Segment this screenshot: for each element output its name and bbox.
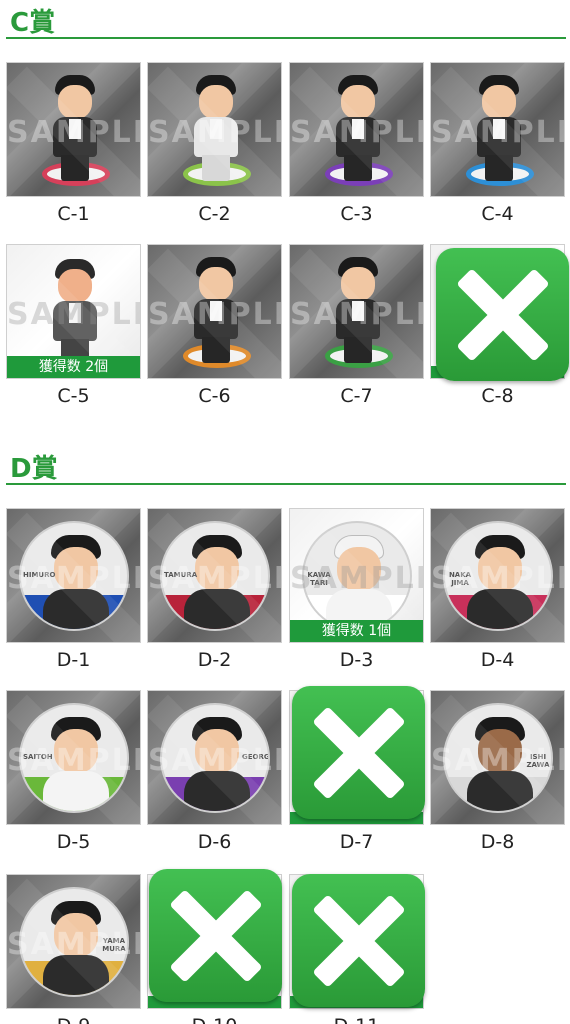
item-label: D-11 (289, 1015, 424, 1024)
section-title-c: C賞 (10, 8, 56, 38)
owned-count-badge: 獲得数 1個 (290, 620, 423, 642)
sample-watermark: SAMPLE (290, 297, 424, 332)
prize-thumbnail[interactable]: KAWA TARI SAMPLE 獲得数 1個 (289, 508, 424, 643)
item-label: D-6 (197, 831, 232, 853)
prize-thumbnail[interactable]: GEORGE SAMPLE (147, 690, 282, 825)
item-label: C-5 (57, 385, 90, 407)
prize-thumbnail[interactable]: SAMPLE (289, 244, 424, 379)
section-title-d: D賞 (10, 454, 58, 484)
sample-watermark: SAMPLE (7, 297, 141, 332)
sample-watermark: SAMPLE (148, 115, 282, 150)
sample-watermark: SAMPLE (7, 927, 141, 962)
sample-watermark: SAMPLE (431, 743, 565, 778)
prize-item-d2[interactable]: TAMURA SAMPLE D-2 (147, 508, 282, 671)
item-label: D-9 (6, 1015, 141, 1024)
prize-item-d8[interactable]: ISHI ZAWA SAMPLE D-8 (430, 690, 565, 853)
item-label: D-10 (147, 1015, 282, 1024)
item-label: D-1 (56, 649, 91, 671)
prize-item-c6[interactable]: SAMPLE C-6 (147, 244, 282, 407)
sample-watermark: SAMPLE (431, 561, 565, 596)
item-label: D-2 (197, 649, 232, 671)
prize-thumbnail[interactable]: SAITOH SAMPLE (6, 690, 141, 825)
prize-thumbnail[interactable]: SAMPLE (430, 62, 565, 197)
prize-item-d3[interactable]: KAWA TARI SAMPLE 獲得数 1個 D-3 (289, 508, 424, 671)
prize-item-d4[interactable]: NAKA JIMA SAMPLE D-4 (430, 508, 565, 671)
item-label: C-2 (198, 203, 231, 225)
sample-watermark: SAMPLE (148, 561, 282, 596)
item-label: D-5 (56, 831, 91, 853)
close-x-icon (292, 686, 425, 819)
item-label: C-3 (340, 203, 373, 225)
sample-watermark: SAMPLE (290, 115, 424, 150)
sample-watermark: SAMPLE (148, 743, 282, 778)
sample-watermark: SAMPLE (148, 297, 282, 332)
item-label: C-7 (340, 385, 373, 407)
prize-item-c4[interactable]: SAMPLE C-4 (430, 62, 565, 225)
close-x-icon (436, 248, 569, 381)
prize-item-d1[interactable]: HIMURO SAMPLE D-1 (6, 508, 141, 671)
prize-thumbnail[interactable]: SAMPLE (147, 62, 282, 197)
item-label: D-8 (480, 831, 515, 853)
prize-thumbnail[interactable]: SAMPLE (289, 62, 424, 197)
prize-thumbnail[interactable]: SAMPLE (147, 244, 282, 379)
prize-thumbnail[interactable]: HIMURO SAMPLE (6, 508, 141, 643)
prize-item-d6[interactable]: GEORGE SAMPLE D-6 (147, 690, 282, 853)
prize-thumbnail[interactable]: TAMURA SAMPLE (147, 508, 282, 643)
owned-count-badge: 獲得数 2個 (7, 356, 140, 378)
prize-item-c3[interactable]: SAMPLE C-3 (289, 62, 424, 225)
prize-item-c5[interactable]: SAMPLE 獲得数 2個 C-5 (6, 244, 141, 407)
item-label: C-8 (481, 385, 514, 407)
item-label: C-1 (57, 203, 90, 225)
section-divider (6, 37, 566, 39)
prize-item-d9[interactable]: YAMA MURA SAMPLE D-9 (6, 874, 141, 1024)
prize-item-c7[interactable]: SAMPLE C-7 (289, 244, 424, 407)
prize-item-c2[interactable]: SAMPLE C-2 (147, 62, 282, 225)
prize-thumbnail[interactable]: SAMPLE (6, 62, 141, 197)
item-label: C-6 (198, 385, 231, 407)
prize-item-c1[interactable]: SAMPLE C-1 (6, 62, 141, 225)
item-label: C-4 (481, 203, 514, 225)
item-label: D-3 (339, 649, 374, 671)
close-x-icon (292, 874, 425, 1007)
item-label: D-7 (339, 831, 374, 853)
prize-thumbnail[interactable]: YAMA MURA SAMPLE (6, 874, 141, 1009)
prize-thumbnail[interactable]: ISHI ZAWA SAMPLE (430, 690, 565, 825)
sample-watermark: SAMPLE (7, 115, 141, 150)
prize-item-d5[interactable]: SAITOH SAMPLE D-5 (6, 690, 141, 853)
close-x-icon (149, 869, 282, 1002)
sample-watermark: SAMPLE (7, 743, 141, 778)
prize-thumbnail[interactable]: NAKA JIMA SAMPLE (430, 508, 565, 643)
sample-watermark: SAMPLE (290, 561, 424, 596)
item-label: D-4 (480, 649, 515, 671)
sample-watermark: SAMPLE (7, 561, 141, 596)
section-divider (6, 483, 566, 485)
prize-thumbnail[interactable]: SAMPLE 獲得数 2個 (6, 244, 141, 379)
sample-watermark: SAMPLE (431, 115, 565, 150)
